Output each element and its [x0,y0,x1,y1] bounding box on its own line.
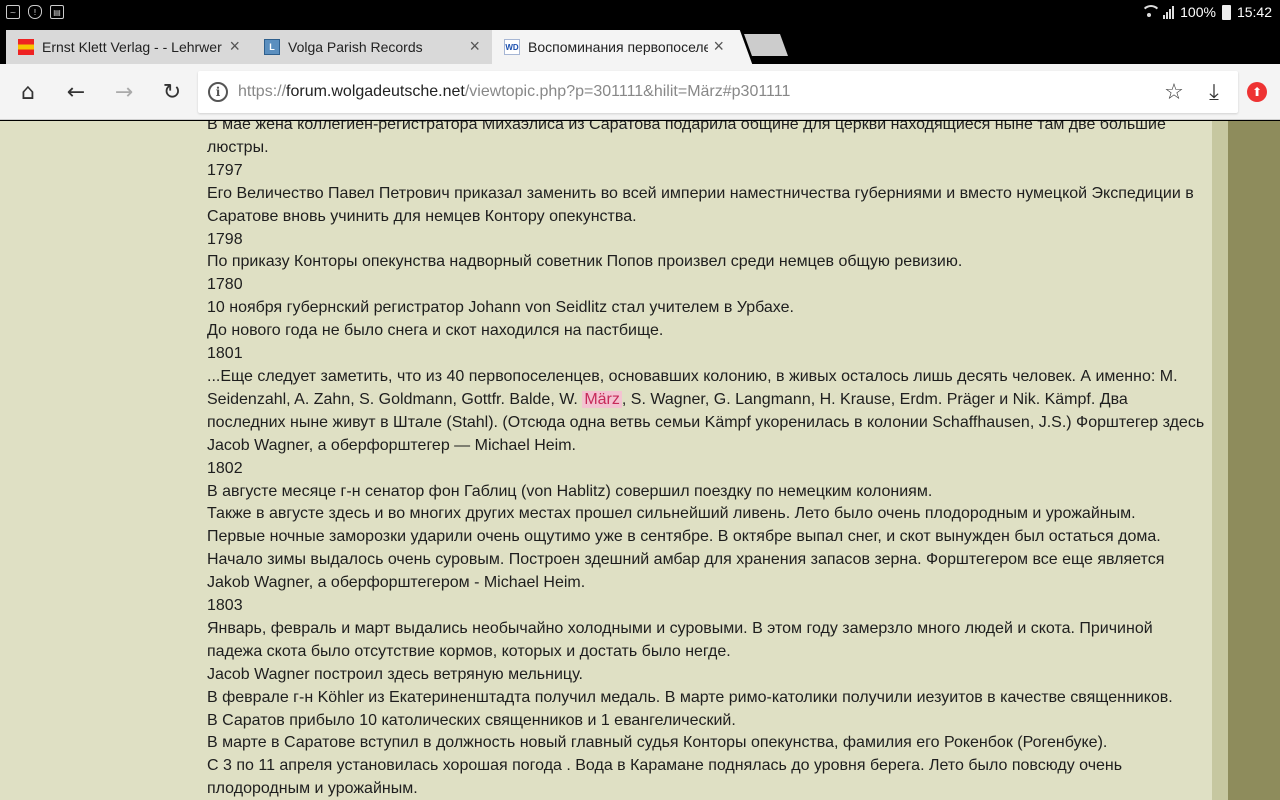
search-highlight: März [582,390,622,408]
text-line: С 3 по 11 апреля установилась хорошая по… [207,757,1123,798]
shield-icon: ! [28,5,42,19]
year-heading: 1802 [207,459,243,477]
tab-title: Volga Parish Records [288,39,423,55]
tab-title: Ernst Klett Verlag - - Lehrwerke [42,39,222,55]
tab-active-memoirs[interactable]: WD Воспоминания первопоселенцев × [492,30,736,64]
text-line: Также в августе здесь и во многих других… [207,505,1136,523]
new-tab-button[interactable] [743,34,789,56]
url-text[interactable]: https://forum.wolgadeutsche.net/viewtopi… [238,83,790,101]
text-line: Jacob Wagner построил здесь ветряную мел… [207,665,583,683]
address-bar[interactable]: i https://forum.wolgadeutsche.net/viewto… [198,71,1238,113]
wifi-icon [1141,5,1162,19]
battery-percent: 100% [1180,4,1216,20]
home-icon[interactable]: ⌂ [14,78,42,106]
year-heading: 1780 [207,276,243,294]
text-line: В Саратов прибыло 10 католических священ… [207,711,736,729]
text-line: Начало зимы выдалось очень суровым. Пост… [207,551,1165,592]
close-icon[interactable]: × [713,37,724,55]
tab-ernst-klett[interactable]: Ernst Klett Verlag - - Lehrwerke × [6,30,252,64]
klett-favicon-icon [18,39,34,55]
post-body: В мае жена коллегиен-регистратора Михаэл… [207,121,1207,800]
notification-icon: ~ [6,5,20,19]
right-margin-strip [1212,121,1228,800]
back-icon[interactable]: ← [62,78,90,106]
text-line: В марте в Саратове вступил в должность н… [207,734,1108,752]
text-line: В августе месяце г-н сенатор фон Габлиц … [207,482,933,500]
year-heading: 1797 [207,161,243,179]
info-icon[interactable]: i [208,82,228,102]
wd-favicon-icon: WD [504,39,520,55]
star-icon[interactable]: ☆ [1160,78,1188,106]
text-line: В мае жена коллегиен-регистратора Михаэл… [207,121,1166,156]
text-line: Январь, февраль и март выдались необычай… [207,619,1153,660]
text-paragraph: ...Еще следует заметить, что из 40 перво… [207,367,1205,454]
reload-icon[interactable]: ↻ [158,78,186,106]
text-line: По приказу Конторы опекунства надворный … [207,253,963,271]
year-heading: 1803 [207,597,243,615]
text-line: До нового года не было снега и скот нахо… [207,322,664,340]
text-line: 10 ноября губернский регистратор Johann … [207,299,794,317]
close-icon[interactable]: × [469,37,480,55]
text-line: Первые ночные заморозки ударили очень ощ… [207,528,1161,546]
volga-favicon-icon: L [264,39,280,55]
extension-icon[interactable]: ⬆ [1243,78,1271,106]
forward-icon[interactable]: → [110,78,138,106]
close-icon[interactable]: × [229,37,240,55]
tab-title: Воспоминания первопоселенцев [528,39,708,55]
year-heading: 1801 [207,345,243,363]
right-sidebar [1228,121,1280,800]
battery-icon [1221,4,1231,20]
news-icon: ▤ [50,5,64,19]
clock: 15:42 [1236,4,1272,20]
tab-volga-parish[interactable]: L Volga Parish Records × [252,30,492,64]
browser-toolbar: ⌂ ← → ↻ i https://forum.wolgadeutsche.ne… [0,64,1280,120]
tab-strip: Ernst Klett Verlag - - Lehrwerke × L Vol… [0,26,1280,64]
text-line: В феврале г-н Köhler из Екатериненштадта… [207,688,1173,706]
year-heading: 1798 [207,230,243,248]
text-line: Его Величество Павел Петрович приказал з… [207,184,1194,225]
page-content: В мае жена коллегиен-регистратора Михаэл… [0,121,1280,800]
download-icon[interactable]: ⤓ [1200,78,1228,106]
status-bar: ~ ! ▤ 100% 15:42 [0,0,1280,26]
signal-icon [1163,5,1175,19]
